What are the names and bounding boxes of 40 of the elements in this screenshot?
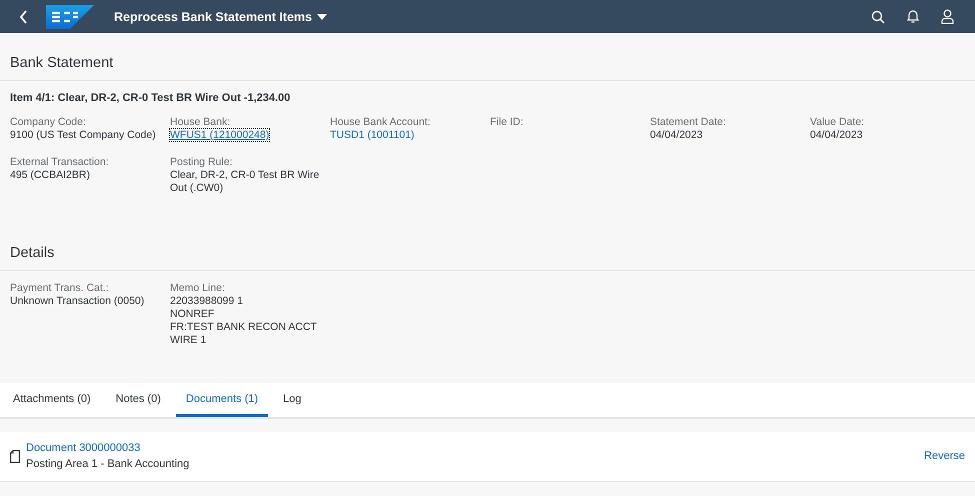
field-label: Memo Line:: [170, 282, 225, 295]
field-label: File ID:: [490, 116, 524, 129]
document-link[interactable]: Document 3000000033: [26, 440, 140, 456]
person-icon: [941, 9, 954, 24]
item-heading: Item 4/1: Clear, DR-2, CR-0 Test BR Wire Out -1,234.00: [10, 92, 292, 104]
field-link[interactable]: WFUS1 (121000248): [170, 129, 270, 141]
logo-icon: [46, 4, 94, 28]
field-value: 9100 (US Test Company Code): [10, 129, 156, 142]
field-value: NONREF: [170, 308, 214, 321]
tab[interactable]: Notes (0): [106, 383, 171, 417]
document-icon: [10, 450, 20, 462]
field-value: 22033988099 1: [170, 295, 243, 308]
section-title: Bank Statement: [0, 41, 975, 81]
field-value: WIRE 1: [170, 334, 206, 347]
field-value: Clear, DR-2, CR-0 Test BR Wire Out (.CW0): [170, 169, 320, 195]
back-icon: [19, 10, 29, 24]
search-icon: [870, 10, 884, 24]
field-label: Payment Trans. Cat.:: [10, 282, 109, 295]
field-value: 04/04/2023: [810, 129, 863, 142]
field-value: 04/04/2023: [650, 129, 703, 142]
field-label: House Bank:: [170, 116, 230, 129]
field-label: Posting Rule:: [170, 156, 232, 169]
section-title: Details: [0, 231, 975, 271]
field-label: External Transaction:: [10, 156, 109, 169]
tab[interactable]: Documents (1): [176, 383, 268, 417]
bell-icon: [906, 9, 920, 24]
caret-icon: [317, 14, 327, 20]
document-description: Posting Area 1 - Bank Accounting: [26, 457, 190, 472]
field-label: House Bank Account:: [330, 116, 430, 129]
field-link[interactable]: TUSD1 (1001101): [330, 129, 414, 141]
field-value: Unknown Transaction (0050): [10, 295, 144, 308]
tab[interactable]: Log: [273, 383, 312, 417]
field-label: Value Date:: [810, 116, 864, 129]
field-value: 495 (CCBAI2BR): [10, 169, 90, 182]
field-value: FR:TEST BANK RECON ACCT: [170, 321, 317, 334]
field-label: Statement Date:: [650, 116, 726, 129]
reverse-button[interactable]: Reverse: [924, 450, 965, 462]
field-label: Company Code:: [10, 116, 86, 129]
tab[interactable]: Attachments (0): [3, 383, 101, 417]
app-title-menu[interactable]: Reprocess Bank Statement Items: [114, 10, 327, 24]
